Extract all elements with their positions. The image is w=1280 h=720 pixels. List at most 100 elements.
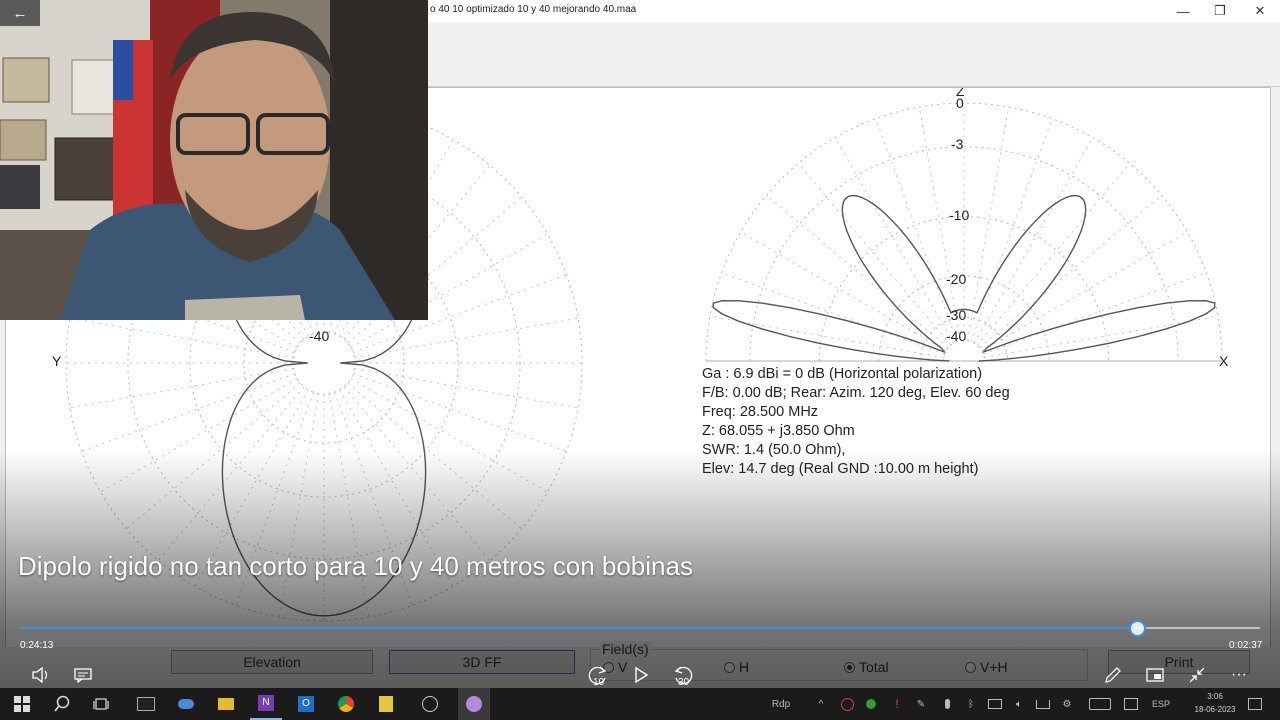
notifications-button[interactable]	[1244, 688, 1266, 720]
window-title: o 40 10 optimizado 10 y 40 mejorando 40.…	[430, 4, 637, 15]
mini-view-button[interactable]	[1142, 662, 1168, 688]
tray-display[interactable]	[984, 688, 1006, 720]
azimuth-grid-spoke	[69, 367, 294, 409]
taskbar-clock[interactable]: 3:06 18-06-2023	[1192, 690, 1238, 716]
skip-forward-button[interactable]: 30	[669, 662, 697, 688]
close-button[interactable]: ✕	[1240, 0, 1280, 22]
clock-time: 3:06	[1207, 692, 1223, 701]
taskbar-app-onenote[interactable]: N	[250, 688, 282, 720]
search-icon	[54, 695, 70, 712]
elevation-button-label: Elevation	[243, 654, 301, 670]
exit-fullscreen-button[interactable]	[1184, 662, 1210, 688]
notification-icon	[1248, 698, 1262, 710]
captions-button[interactable]	[70, 662, 96, 688]
tray-settings[interactable]: ⚙︎	[1056, 688, 1078, 720]
elevation-button[interactable]: Elevation	[171, 650, 373, 674]
bluetooth-icon: ᛒ	[968, 698, 974, 710]
start-button[interactable]	[6, 688, 38, 720]
tray-volume[interactable]: 🔈︎	[1008, 688, 1030, 720]
azimuth-grid-spoke	[126, 382, 301, 530]
task-view-button[interactable]	[86, 688, 118, 720]
elevation-grid-spoke	[979, 194, 1162, 349]
taskbar-app-clock[interactable]	[414, 688, 446, 720]
pencil-icon	[1105, 667, 1121, 683]
skip-back-button[interactable]: 10	[584, 662, 612, 688]
seek-thumb[interactable]	[1129, 620, 1146, 637]
taskbar-app-terminal[interactable]	[130, 688, 162, 720]
skip-forward-icon: 30	[674, 666, 693, 687]
webcam-image	[0, 0, 428, 320]
tray-network[interactable]	[1032, 688, 1054, 720]
taskbar-app-notes[interactable]	[370, 688, 402, 720]
field-group-label: Field(s)	[600, 641, 651, 657]
elevation-grid-spoke	[976, 163, 1131, 346]
radio-h-label: H	[739, 659, 750, 675]
antivirus-icon	[840, 697, 854, 711]
radio-h[interactable]: H	[724, 659, 749, 675]
minimize-button[interactable]: —	[1163, 0, 1203, 22]
clock-app-icon	[422, 696, 438, 712]
skip-back-seconds: 10	[593, 677, 605, 687]
captions-icon	[74, 668, 92, 684]
elevation-grid-spoke	[834, 137, 955, 344]
language-indicator[interactable]: ESP	[1146, 688, 1176, 720]
elevation-grid-spoke	[797, 163, 952, 346]
seek-bar[interactable]	[20, 620, 1260, 637]
more-options-button[interactable]: ···	[1226, 662, 1252, 688]
elevation-grid-spoke	[766, 194, 949, 349]
tray-rdp[interactable]: Rdp	[766, 688, 796, 720]
azimuth-grid-spoke	[343, 386, 491, 561]
taskbar-app-outlook[interactable]: O	[290, 688, 322, 720]
tray-alert[interactable]: !	[886, 688, 908, 720]
notes-app-icon	[379, 696, 393, 712]
arrow-left-icon: ←	[12, 4, 28, 22]
tray-window[interactable]	[1120, 688, 1142, 720]
azimuth-grid-spoke	[81, 373, 296, 452]
elevation-grid-spoke	[967, 106, 1010, 341]
maximize-icon: ❐	[1214, 3, 1226, 18]
taskbar-app-chrome[interactable]	[330, 688, 362, 720]
language-label: ESP	[1151, 699, 1170, 709]
maximize-button[interactable]: ❐	[1200, 0, 1240, 22]
green-app-icon	[866, 699, 876, 709]
azimuth-grid-spoke	[100, 378, 298, 493]
more-dots-icon: ···	[1231, 666, 1247, 683]
taskbar-app-cloud[interactable]	[170, 688, 202, 720]
webcam-overlay: ←	[0, 0, 428, 320]
outlook-icon: O	[298, 696, 314, 712]
radio-total-dot	[844, 661, 855, 673]
volume-icon	[32, 666, 48, 684]
tray-bluetooth[interactable]: ᛒ	[960, 688, 982, 720]
tray-microphone[interactable]	[936, 688, 958, 720]
play-button[interactable]	[628, 662, 654, 688]
tray-keyboard[interactable]	[1082, 688, 1118, 720]
taskbar-search-button[interactable]	[46, 688, 78, 720]
volume-button[interactable]	[28, 662, 54, 688]
edit-button[interactable]	[1100, 662, 1126, 688]
tray-pen[interactable]: ✎	[910, 688, 932, 720]
chrome-icon	[338, 696, 354, 712]
seek-bar-progress	[20, 627, 1136, 629]
azimuth-grid-spoke	[352, 373, 567, 452]
azimuth-grid-spoke	[157, 386, 305, 561]
tray-rdp-label: Rdp	[771, 698, 791, 710]
radio-total[interactable]: Total	[844, 659, 889, 675]
front-back-info: F/B: 0.00 dB; Rear: Azim. 120 deg, Elev.…	[702, 385, 1010, 401]
3d-ff-button-label: 3D FF	[462, 654, 502, 670]
tray-green-app[interactable]	[860, 688, 882, 720]
tray-antivirus[interactable]	[836, 688, 858, 720]
skip-forward-seconds: 30	[678, 677, 690, 687]
display-icon	[988, 699, 1002, 709]
remaining-time: 0:02:37	[1229, 640, 1263, 651]
radio-v-plus-h[interactable]: V+H	[965, 659, 1008, 675]
elevation-ring-label-20: -20	[946, 271, 967, 287]
radio-v-plus-h-label: V+H	[980, 659, 1008, 675]
taskbar-app-explorer[interactable]	[210, 688, 242, 720]
3d-ff-button[interactable]: 3D FF	[389, 650, 575, 674]
player-app-icon	[466, 696, 482, 712]
close-icon: ✕	[1254, 3, 1266, 18]
tray-overflow-button[interactable]: ^	[810, 688, 832, 720]
back-button[interactable]: ←	[0, 0, 40, 26]
taskbar-app-player[interactable]	[458, 688, 490, 720]
impedance-info: Z: 68.055 + j3.850 Ohm	[702, 423, 855, 439]
